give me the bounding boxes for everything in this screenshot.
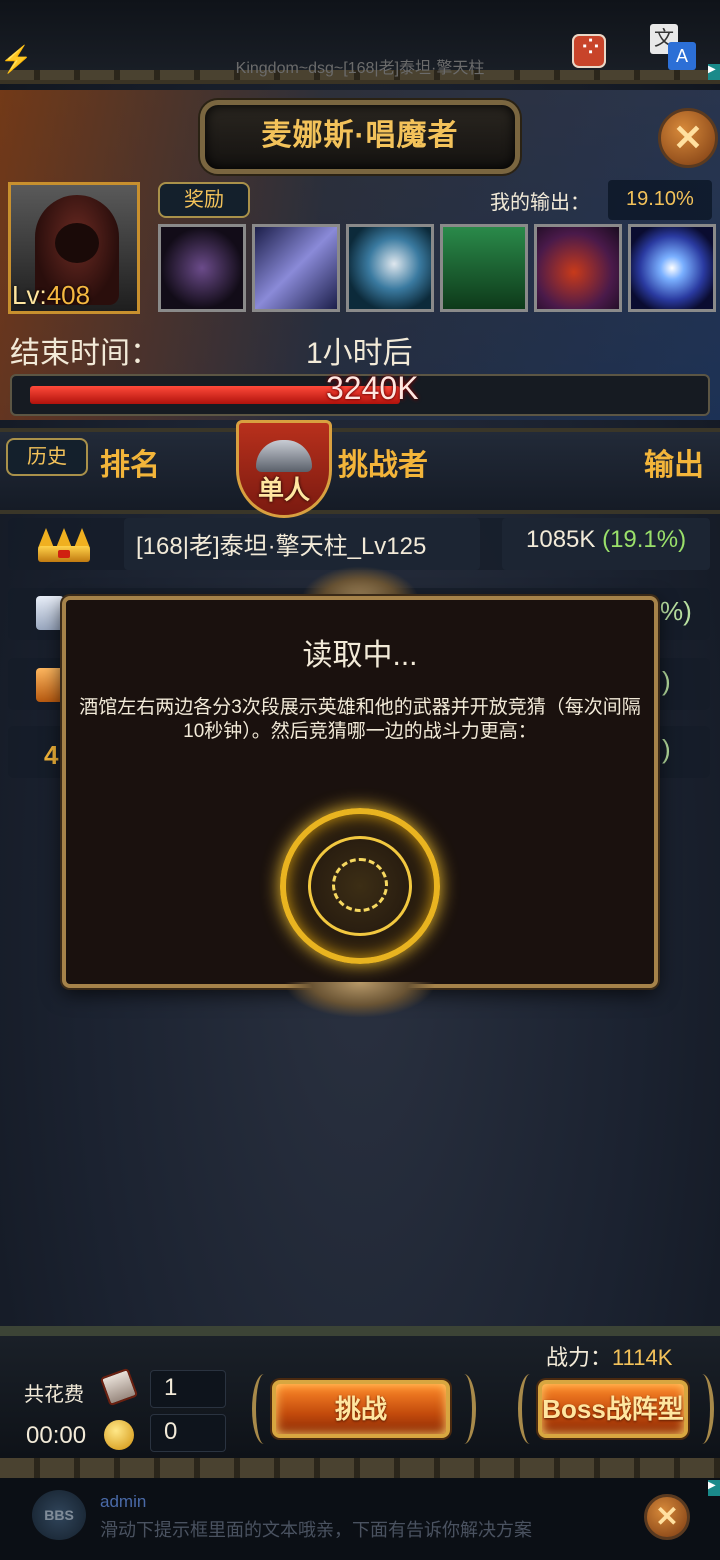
- reward-item-icon[interactable]: [534, 224, 622, 312]
- chat-message: 滑动下提示框里面的文本哦亲，下面有告诉你解决方案: [100, 1520, 532, 1540]
- boss-formation-button[interactable]: Boss战阵型: [538, 1380, 688, 1438]
- column-rank: 排名: [100, 449, 160, 482]
- row-output-partial: ): [662, 734, 671, 764]
- reward-item-icon[interactable]: [252, 224, 340, 312]
- cost-label: 共花费: [24, 1384, 84, 1406]
- reward-item-icon[interactable]: [158, 224, 246, 312]
- row-output-partial: ): [662, 666, 671, 696]
- boss-level: Lv:408: [12, 280, 91, 310]
- history-button[interactable]: 历史: [6, 438, 88, 476]
- boss-name-plate: 麦娜斯·唱魔者: [200, 100, 520, 174]
- dice-icon[interactable]: [572, 30, 606, 68]
- reward-button[interactable]: 奖励: [158, 182, 250, 218]
- close-button[interactable]: ✕: [658, 108, 718, 168]
- window-title: Kingdom~dsg~[168|老]泰坦·擎天柱: [235, 60, 485, 77]
- lightning-icon[interactable]: ⚡: [0, 44, 32, 74]
- chat-username: admin: [100, 1492, 147, 1511]
- bronze-crown-icon: [36, 668, 64, 702]
- gold-crown-icon: [36, 526, 92, 562]
- my-output-label: 我的输出：: [490, 192, 590, 214]
- coin-value: 0: [164, 1418, 178, 1445]
- boss-hp-value: 3240K: [326, 370, 419, 406]
- row-output-partial: %): [660, 596, 692, 626]
- translate-icon[interactable]: 文 A: [650, 24, 698, 72]
- reward-item-icon[interactable]: [628, 224, 716, 312]
- loading-spinner-icon: [280, 808, 440, 964]
- power-label: 战力：1114K: [546, 1345, 673, 1370]
- cost-box: [150, 1370, 226, 1408]
- end-time-value: 1小时后: [306, 337, 413, 370]
- close-button[interactable]: ✕: [644, 1494, 690, 1540]
- column-output: 输出: [644, 449, 704, 482]
- side-arrow-icon[interactable]: ▶: [708, 64, 720, 80]
- my-output-value: 19.10%: [626, 188, 694, 210]
- modal-ornament-bottom: [284, 982, 436, 1018]
- row-output-value: 1085K (19.1%): [526, 526, 687, 553]
- column-challenger: 挑战者: [338, 449, 428, 482]
- silver-crown-icon: [36, 596, 64, 630]
- translate-glyph-b: A: [668, 42, 696, 70]
- button-wing-ornament: [690, 1374, 714, 1444]
- solo-mode-label: 单人: [257, 475, 310, 505]
- power-value: 1114K: [612, 1345, 673, 1370]
- timer-value: 00:00: [26, 1422, 87, 1449]
- boss-name: 麦娜斯·唱魔者: [261, 119, 459, 152]
- button-wing-ornament: [452, 1374, 476, 1444]
- side-arrow-icon[interactable]: ▶: [708, 1480, 720, 1496]
- cost-value: 1: [164, 1374, 178, 1401]
- gold-coin-icon: [104, 1420, 134, 1450]
- loading-title: 读取中...: [302, 639, 418, 672]
- row-output-percent: (19.1%): [602, 526, 687, 553]
- footer-rail: [0, 1458, 720, 1478]
- rank-number-icon: 4: [44, 740, 59, 770]
- bbs-icon[interactable]: BBS: [32, 1490, 86, 1540]
- row-challenger-name: [168|老]泰坦·擎天柱_Lv125: [136, 533, 427, 560]
- challenge-button[interactable]: 挑战: [272, 1380, 450, 1438]
- boss-level-value: 408: [46, 280, 91, 310]
- reward-item-icon[interactable]: [440, 224, 528, 312]
- reward-item-icon[interactable]: [346, 224, 434, 312]
- coin-box: [150, 1414, 226, 1452]
- end-time-label: 结束时间：: [10, 337, 160, 370]
- loading-tip-text: 酒馆左右两边各分3次段展示英雄和他的武器并开放竞猜（每次间隔10秒钟）。然后竞猜…: [79, 697, 641, 742]
